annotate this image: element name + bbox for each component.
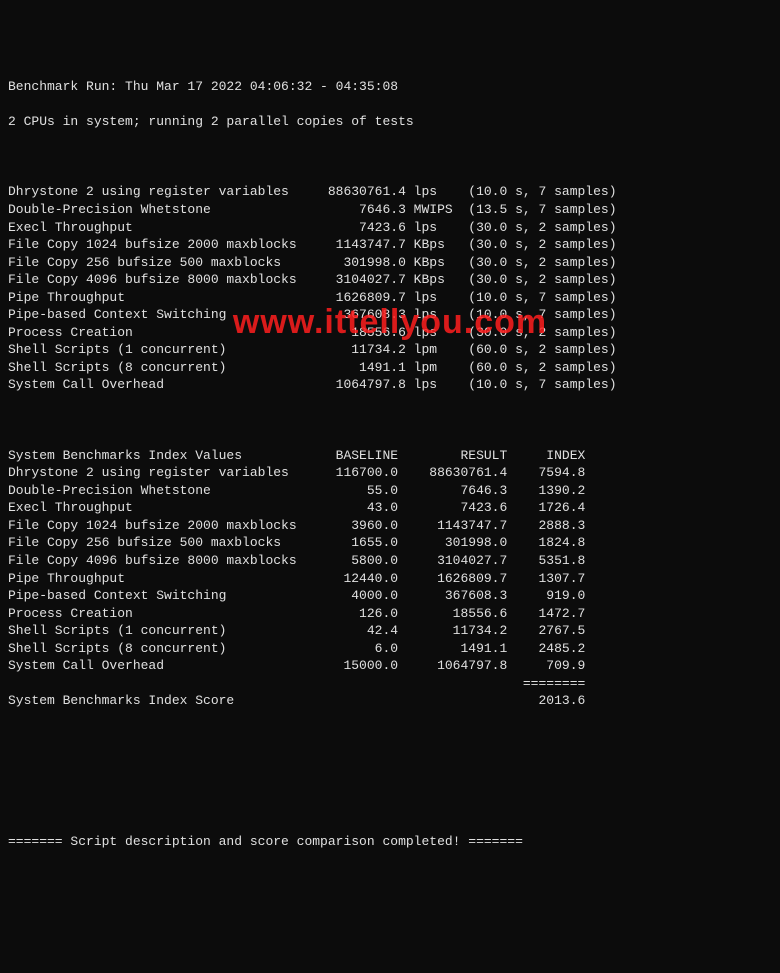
blank <box>8 798 772 816</box>
result-row: Pipe-based Context Switching 367608.3 lp… <box>8 306 772 324</box>
result-row: Execl Throughput 7423.6 lps (30.0 s, 2 s… <box>8 219 772 237</box>
result-row: File Copy 4096 bufsize 8000 maxblocks 31… <box>8 271 772 289</box>
index-row: Dhrystone 2 using register variables 116… <box>8 464 772 482</box>
blank <box>8 727 772 745</box>
index-row: Double-Precision Whetstone 55.0 7646.3 1… <box>8 482 772 500</box>
result-row: Shell Scripts (8 concurrent) 1491.1 lpm … <box>8 359 772 377</box>
result-row: File Copy 1024 bufsize 2000 maxblocks 11… <box>8 236 772 254</box>
index-row: File Copy 1024 bufsize 2000 maxblocks 39… <box>8 517 772 535</box>
blank <box>8 763 772 781</box>
result-row: Process Creation 18556.6 lps (30.0 s, 2 … <box>8 324 772 342</box>
index-row: File Copy 4096 bufsize 8000 maxblocks 58… <box>8 552 772 570</box>
footer-line: ======= Script description and score com… <box>8 833 772 851</box>
index-row: Pipe-based Context Switching 4000.0 3676… <box>8 587 772 605</box>
result-row: System Call Overhead 1064797.8 lps (10.0… <box>8 376 772 394</box>
index-row: Shell Scripts (8 concurrent) 6.0 1491.1 … <box>8 640 772 658</box>
blank <box>8 148 772 166</box>
index-row: Execl Throughput 43.0 7423.6 1726.4 <box>8 499 772 517</box>
index-row: Pipe Throughput 12440.0 1626809.7 1307.7 <box>8 570 772 588</box>
index-row: System Call Overhead 15000.0 1064797.8 7… <box>8 657 772 675</box>
result-row: Dhrystone 2 using register variables 886… <box>8 183 772 201</box>
result-row: Shell Scripts (1 concurrent) 11734.2 lpm… <box>8 341 772 359</box>
blank <box>8 412 772 430</box>
index-score: System Benchmarks Index Score 2013.6 <box>8 692 772 710</box>
index-header: System Benchmarks Index Values BASELINE … <box>8 447 772 465</box>
index-row: Shell Scripts (1 concurrent) 42.4 11734.… <box>8 622 772 640</box>
index-row: File Copy 256 bufsize 500 maxblocks 1655… <box>8 534 772 552</box>
result-row: File Copy 256 bufsize 500 maxblocks 3019… <box>8 254 772 272</box>
cpu-info-line: 2 CPUs in system; running 2 parallel cop… <box>8 113 772 131</box>
index-divider: ======== <box>8 675 772 693</box>
results-table: Dhrystone 2 using register variables 886… <box>8 183 772 394</box>
result-row: Pipe Throughput 1626809.7 lps (10.0 s, 7… <box>8 289 772 307</box>
index-table: System Benchmarks Index Values BASELINE … <box>8 447 772 710</box>
index-row: Process Creation 126.0 18556.6 1472.7 <box>8 605 772 623</box>
result-row: Double-Precision Whetstone 7646.3 MWIPS … <box>8 201 772 219</box>
benchmark-run-line: Benchmark Run: Thu Mar 17 2022 04:06:32 … <box>8 78 772 96</box>
